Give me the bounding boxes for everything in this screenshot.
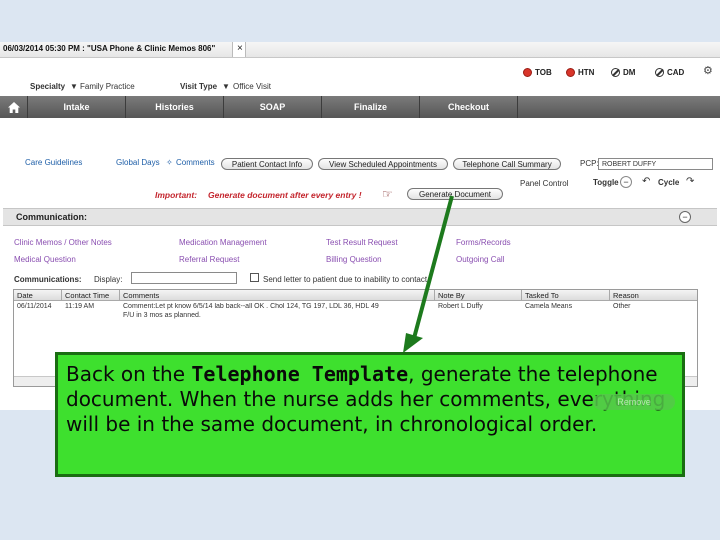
tab-soap[interactable]: SOAP (224, 96, 322, 118)
communications-label: Communications: (14, 275, 82, 284)
cell-note-by: Robert L Duffy (438, 303, 483, 310)
display-filter-input[interactable] (131, 272, 237, 284)
pcp-field[interactable]: ROBERT DUFFY (598, 158, 713, 170)
comments-link[interactable]: Comments (176, 158, 215, 167)
global-days-link[interactable]: Global Days (116, 158, 160, 167)
table-row[interactable]: 06/11/2014 11:19 AM Comment:Let pt know … (14, 302, 697, 324)
alert-label: TOB (535, 67, 552, 77)
send-letter-label: Send letter to patient due to inability … (263, 275, 428, 284)
display-label: Display: (94, 275, 123, 284)
visit-type-value[interactable]: Office Visit (233, 82, 271, 91)
specialty-value[interactable]: Family Practice (80, 82, 135, 91)
alert-dot-icon (566, 67, 575, 77)
care-guidelines-link[interactable]: Care Guidelines (25, 158, 82, 167)
column-header-date[interactable]: Date (17, 291, 33, 300)
collapse-icon[interactable]: − (620, 176, 632, 188)
redo-icon[interactable]: ↷ (686, 176, 694, 187)
forms-records-link[interactable]: Forms/Records (456, 238, 511, 247)
tab-histories[interactable]: Histories (126, 96, 224, 118)
medical-question-link[interactable]: Medical Question (14, 255, 76, 264)
gear-icon[interactable]: ⚙ (703, 64, 713, 77)
cell-date: 06/11/2014 (17, 303, 52, 310)
tab-finalize[interactable]: Finalize (322, 96, 420, 118)
alert-off-icon (611, 67, 620, 77)
comments-icon[interactable]: ✧ (166, 158, 173, 167)
alert-htn-button[interactable]: HTN (566, 66, 594, 78)
important-label: Important: (155, 190, 198, 200)
alert-label: CAD (667, 67, 685, 77)
column-header-comments[interactable]: Comments (123, 291, 159, 300)
alert-label: HTN (578, 67, 595, 77)
close-icon[interactable]: × (237, 43, 243, 54)
outgoing-call-link[interactable]: Outgoing Call (456, 255, 504, 264)
column-header-contact-time[interactable]: Contact Time (65, 291, 109, 300)
alert-dot-icon (523, 67, 532, 77)
callout-text-bold: Telephone Template (191, 362, 409, 386)
alert-off-icon (655, 67, 664, 77)
alert-tob-button[interactable]: TOB (523, 66, 552, 78)
collapse-section-icon[interactable]: − (679, 211, 691, 223)
main-nav: Intake Histories SOAP Finalize Checkout (0, 96, 720, 118)
pcp-label: PCP: (580, 159, 599, 168)
column-header-tasked-to[interactable]: Tasked To (525, 291, 559, 300)
view-scheduled-appointments-button[interactable]: View Scheduled Appointments (318, 158, 448, 170)
column-header-reason[interactable]: Reason (613, 291, 639, 300)
cell-comments: Comment:Let pt know 6/5/14 lab back--all… (123, 303, 379, 310)
toggle-button[interactable]: Toggle (593, 178, 619, 187)
tab-checkout[interactable]: Checkout (420, 96, 518, 118)
pointing-hand-icon: ☞ (382, 187, 393, 201)
visit-type-dropdown-icon[interactable]: ▼ (222, 82, 230, 91)
visit-type-label: Visit Type (180, 82, 218, 91)
window-titlebar: 06/03/2014 05:30 PM : "USA Phone & Clini… (0, 42, 720, 58)
billing-question-link[interactable]: Billing Question (326, 255, 382, 264)
communication-section-header: Communication: − (3, 208, 717, 226)
home-icon (7, 101, 20, 113)
cell-tasked-to: Camela Means (525, 303, 573, 310)
tab-intake[interactable]: Intake (28, 96, 126, 118)
patient-contact-info-button[interactable]: Patient Contact Info (221, 158, 313, 170)
cycle-button[interactable]: Cycle (658, 178, 679, 187)
telephone-call-summary-button[interactable]: Telephone Call Summary (453, 158, 561, 170)
specialty-dropdown-icon[interactable]: ▼ (70, 82, 78, 91)
clinic-memos-link[interactable]: Clinic Memos / Other Notes (14, 238, 112, 247)
undo-icon[interactable]: ↶ (642, 176, 650, 187)
callout-text-start: Back on the (66, 362, 192, 386)
referral-request-link[interactable]: Referral Request (179, 255, 239, 264)
alert-label: DM (623, 67, 636, 77)
grid-header: Date Contact Time Comments Note By Taske… (14, 290, 697, 301)
instruction-callout: Back on the Telephone Template, generate… (55, 352, 685, 477)
test-result-request-link[interactable]: Test Result Request (326, 238, 398, 247)
alert-dm-button[interactable]: DM (611, 66, 635, 78)
specialty-label: Specialty (30, 82, 66, 91)
send-letter-checkbox[interactable] (250, 273, 259, 282)
home-button[interactable] (0, 96, 28, 118)
important-text: Generate document after every entry ! (208, 190, 362, 200)
generate-document-button[interactable]: Generate Document (407, 188, 503, 200)
window-title: 06/03/2014 05:30 PM : "USA Phone & Clini… (3, 44, 216, 53)
panel-control-label: Panel Control (520, 179, 569, 188)
column-header-note-by[interactable]: Note By (438, 291, 465, 300)
cell-contact-time: 11:19 AM (65, 303, 95, 310)
cell-comments-line2: F/U in 3 mos as planned. (123, 312, 201, 319)
communication-title: Communication: (16, 212, 87, 222)
cell-reason: Other (613, 303, 631, 310)
alert-cad-button[interactable]: CAD (655, 66, 684, 78)
medication-management-link[interactable]: Medication Management (179, 238, 267, 247)
callout-text: Back on the Telephone Template, generate… (66, 362, 676, 437)
remove-button[interactable]: Remove (593, 394, 675, 410)
